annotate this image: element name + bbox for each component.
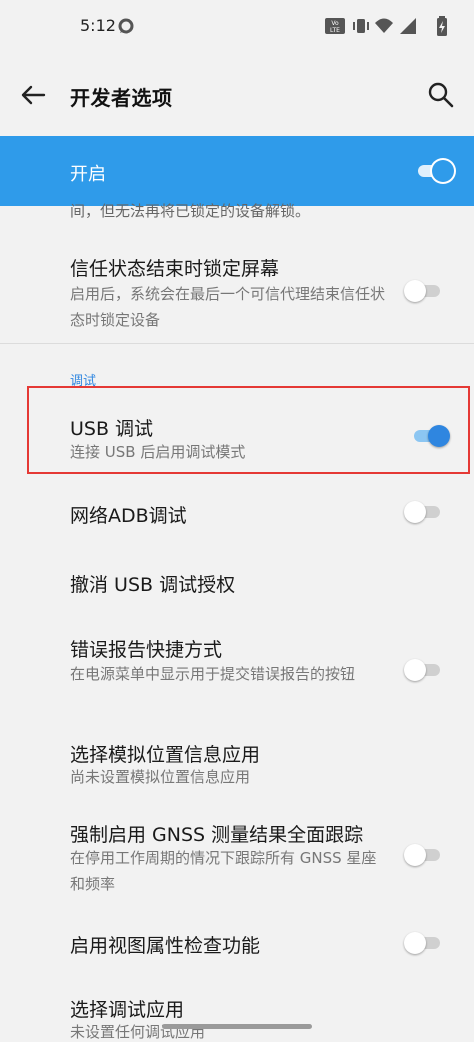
volte-icon: Vo LTE [324, 14, 346, 38]
item-title: 错误报告快捷方式 [70, 639, 223, 661]
signal-icon [398, 14, 418, 38]
bug-report-shortcut-toggle[interactable] [404, 659, 442, 681]
usb-debugging-toggle[interactable] [412, 425, 450, 447]
item-title: 撤消 USB 调试授权 [70, 574, 236, 596]
view-attribute-inspection-toggle[interactable] [404, 932, 442, 954]
toggle-knob [404, 659, 426, 681]
home-indicator[interactable] [162, 1024, 312, 1029]
item-subtitle: 在电源菜单中显示用于提交错误报告的按钮 [70, 665, 356, 683]
item-subtitle: 连接 USB 后启用调试模式 [70, 443, 246, 461]
wifi-icon [374, 14, 394, 38]
toggle-knob [428, 425, 450, 447]
item-title: 网络ADB调试 [70, 505, 187, 527]
item-title: USB 调试 [70, 418, 154, 440]
toggle-knob [404, 280, 426, 302]
toggle-knob [432, 160, 454, 182]
item-title: 选择模拟位置信息应用 [70, 744, 261, 766]
item-title: 选择调试应用 [70, 999, 185, 1021]
network-adb-toggle[interactable] [404, 501, 442, 523]
item-subtitle: 启用后，系统会在最后一个可信代理结束信任状态时锁定设备 [70, 285, 386, 329]
truncated-description: 间，但无法再将已锁定的设备解锁。 [70, 202, 311, 220]
trust-agent-lock-toggle[interactable] [404, 280, 442, 302]
status-bar: 5:12 Vo LTE [0, 0, 474, 52]
whatsapp-icon [117, 14, 135, 38]
app-bar: 开发者选项 [0, 52, 474, 136]
page-title: 开发者选项 [70, 86, 173, 110]
search-icon[interactable] [424, 78, 458, 112]
item-subtitle: 未设置任何调试应用 [70, 1023, 206, 1041]
vibrate-icon [352, 14, 370, 38]
developer-options-screen: 5:12 Vo LTE 开发者选项 开启 间，但无法再将已锁定的设备解锁。 信任… [0, 0, 474, 1042]
item-title: 强制启用 GNSS 测量结果全面跟踪 [70, 824, 364, 846]
svg-text:LTE: LTE [330, 27, 340, 34]
status-time: 5:12 [80, 16, 116, 35]
divider [0, 343, 474, 344]
toggle-knob [404, 844, 426, 866]
master-switch-label: 开启 [70, 164, 106, 185]
toggle-knob [404, 501, 426, 523]
developer-options-master-switch[interactable]: 开启 [0, 136, 474, 206]
item-subtitle: 在停用工作周期的情况下跟踪所有 GNSS 星座和频率 [70, 849, 377, 893]
svg-text:Vo: Vo [331, 20, 339, 27]
battery-charging-icon [436, 14, 448, 38]
item-title: 启用视图属性检查功能 [70, 935, 261, 957]
toggle-knob [404, 932, 426, 954]
item-title: 信任状态结束时锁定屏幕 [70, 258, 280, 280]
item-subtitle: 尚未设置模拟位置信息应用 [70, 768, 251, 786]
gnss-full-tracking-toggle[interactable] [404, 844, 442, 866]
master-toggle[interactable] [416, 160, 454, 182]
back-arrow-icon[interactable] [16, 78, 50, 112]
